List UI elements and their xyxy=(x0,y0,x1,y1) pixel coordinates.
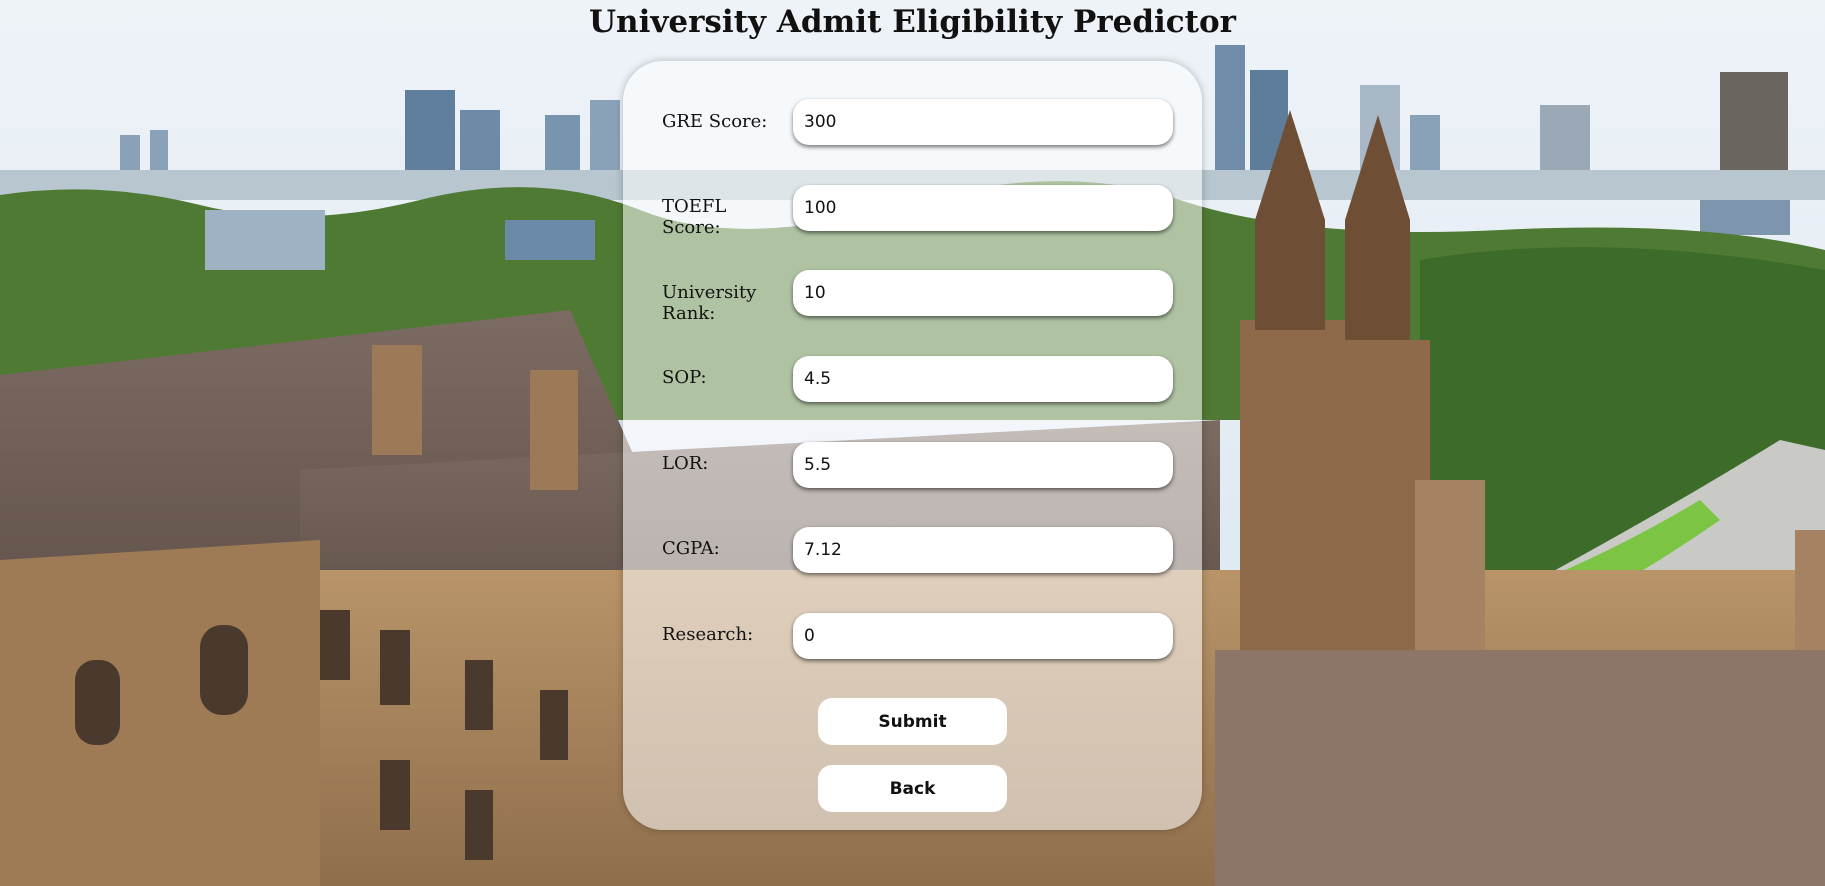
university-rank-input[interactable] xyxy=(793,270,1173,316)
gre-score-input[interactable] xyxy=(793,99,1173,145)
lor-label: LOR: xyxy=(662,453,709,474)
submit-button[interactable]: Submit xyxy=(818,698,1007,745)
toefl-score-label: TOEFL Score: xyxy=(662,196,727,238)
toefl-score-input[interactable] xyxy=(793,185,1173,231)
research-label: Research: xyxy=(662,624,754,645)
cgpa-label: CGPA: xyxy=(662,538,720,559)
back-button[interactable]: Back xyxy=(818,765,1007,812)
page-title: University Admit Eligibility Predictor xyxy=(589,4,1236,40)
gre-score-label: GRE Score: xyxy=(662,111,768,132)
cgpa-input[interactable] xyxy=(793,527,1173,573)
sop-label: SOP: xyxy=(662,367,707,388)
lor-input[interactable] xyxy=(793,442,1173,488)
university-rank-label: University Rank: xyxy=(662,282,757,324)
sop-input[interactable] xyxy=(793,356,1173,402)
research-input[interactable] xyxy=(793,613,1173,659)
